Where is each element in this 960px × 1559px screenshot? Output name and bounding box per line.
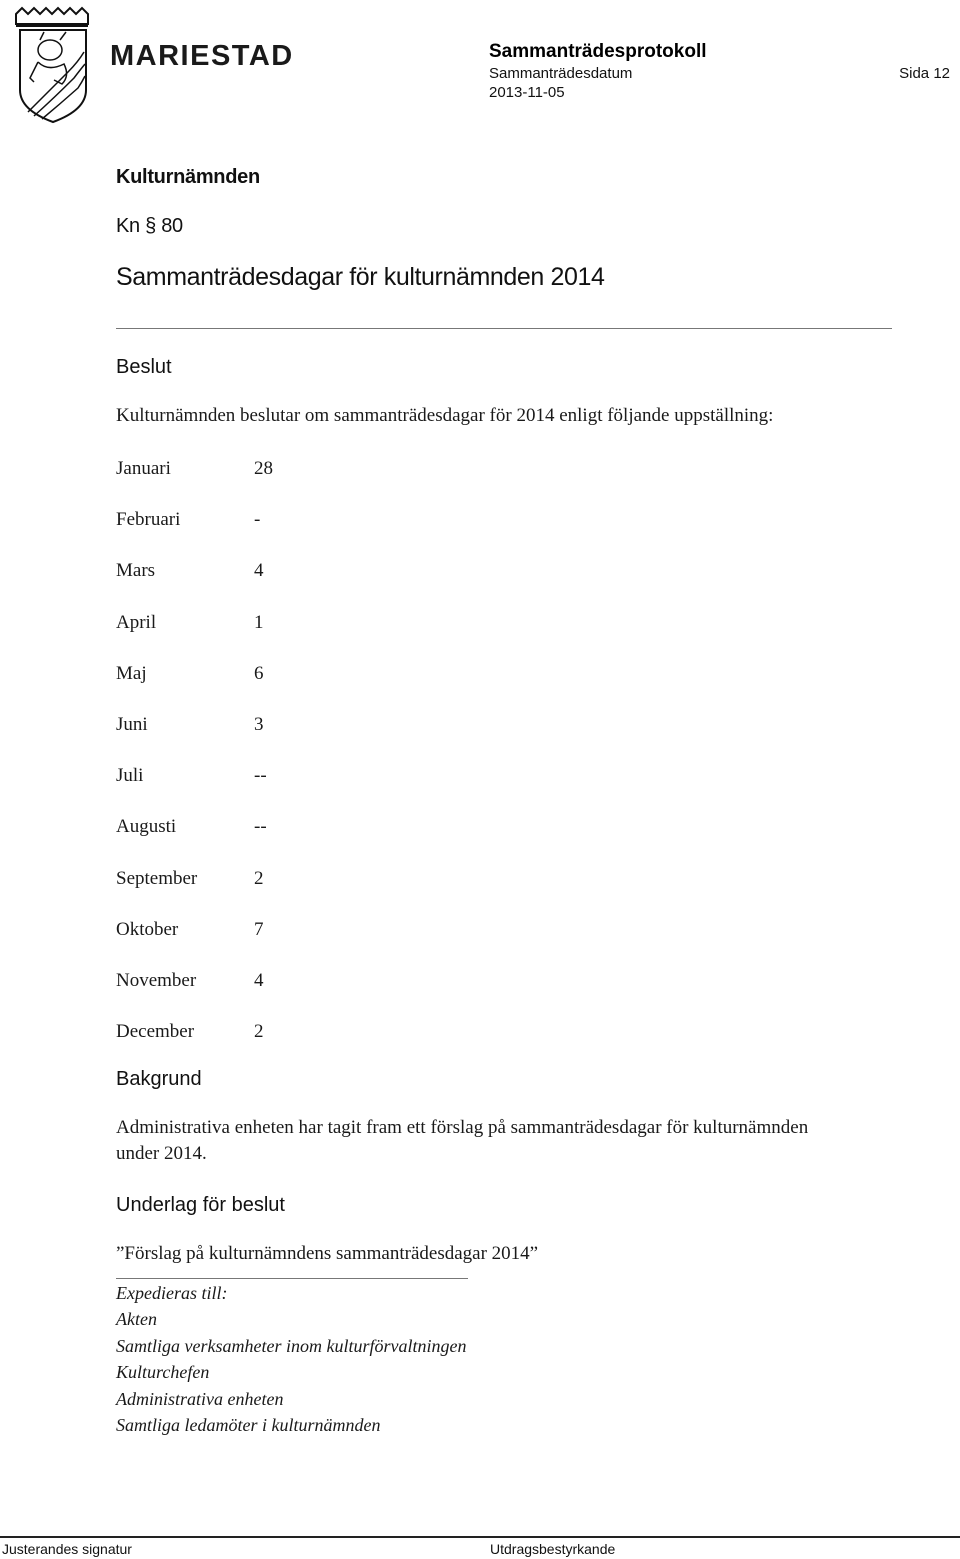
- decision-text: Kulturnämnden beslutar om sammanträdesda…: [116, 405, 774, 426]
- document-type-title: Sammanträdesprotokoll: [489, 41, 707, 62]
- distribution-recipient: Samtliga ledamöter i kulturnämnden: [116, 1415, 381, 1435]
- coat-of-arms-icon: [8, 2, 98, 124]
- meeting-date-label: Sammanträdesdatum: [489, 65, 633, 82]
- distribution-recipient: Administrativa enheten: [116, 1389, 284, 1409]
- schedule-day: 4: [254, 970, 264, 991]
- schedule-day: 2: [254, 1021, 264, 1043]
- distribution-recipient: Kulturchefen: [116, 1362, 210, 1382]
- schedule-day: --: [254, 765, 267, 787]
- schedule-day: 6: [254, 662, 264, 684]
- schedule-month: December: [116, 1021, 195, 1043]
- background-text-line2: under 2014.: [116, 1143, 207, 1164]
- schedule-month: September: [116, 867, 198, 889]
- schedule-day: 2: [254, 867, 264, 889]
- basis-item: ”Förslag på kulturnämndens sammanträdesd…: [116, 1243, 539, 1264]
- page-title: Sammanträdesdagar för kulturnämnden 2014: [116, 263, 605, 291]
- schedule-day: 4: [254, 560, 264, 582]
- schedule-month: April: [116, 611, 157, 633]
- paragraph-number: Kn § 80: [116, 215, 183, 237]
- schedule-day: --: [254, 816, 267, 838]
- distribution-heading: Expedieras till:: [116, 1283, 228, 1303]
- schedule-day: 1: [254, 611, 264, 633]
- schedule-month: November: [116, 970, 197, 991]
- logo-text: MARIESTAD: [110, 40, 294, 72]
- distribution-recipient: Akten: [116, 1309, 157, 1329]
- schedule-day: -: [254, 509, 261, 531]
- divider: [116, 328, 892, 329]
- schedule-month: Januari: [116, 458, 171, 479]
- schedule-month: Oktober: [116, 918, 179, 940]
- schedule-day: 3: [254, 714, 264, 735]
- footer-signature-label: Justerandes signatur: [2, 1541, 132, 1557]
- schedule-month: Augusti: [116, 816, 177, 838]
- distribution-recipient: Samtliga verksamheter inom kulturförvalt…: [116, 1336, 467, 1356]
- schedule-month: Maj: [116, 662, 147, 684]
- background-heading: Bakgrund: [116, 1068, 202, 1090]
- schedule-day: 7: [254, 918, 264, 940]
- schedule-month: Juli: [116, 765, 144, 787]
- meeting-date: 2013-11-05: [489, 84, 565, 101]
- footer-divider: [0, 1536, 960, 1538]
- schedule-month: Juni: [116, 714, 148, 735]
- background-text-line1: Administrativa enheten har tagit fram et…: [116, 1117, 809, 1138]
- decision-heading: Beslut: [116, 356, 172, 378]
- committee-name: Kulturnämnden: [116, 166, 260, 188]
- page-number: Sida 12: [899, 65, 950, 82]
- schedule-month: Februari: [116, 509, 181, 531]
- divider: [116, 1278, 468, 1279]
- footer-extract-label: Utdragsbestyrkande: [490, 1541, 616, 1557]
- schedule-month: Mars: [116, 560, 156, 582]
- basis-heading: Underlag för beslut: [116, 1194, 285, 1216]
- schedule-day: 28: [254, 458, 273, 479]
